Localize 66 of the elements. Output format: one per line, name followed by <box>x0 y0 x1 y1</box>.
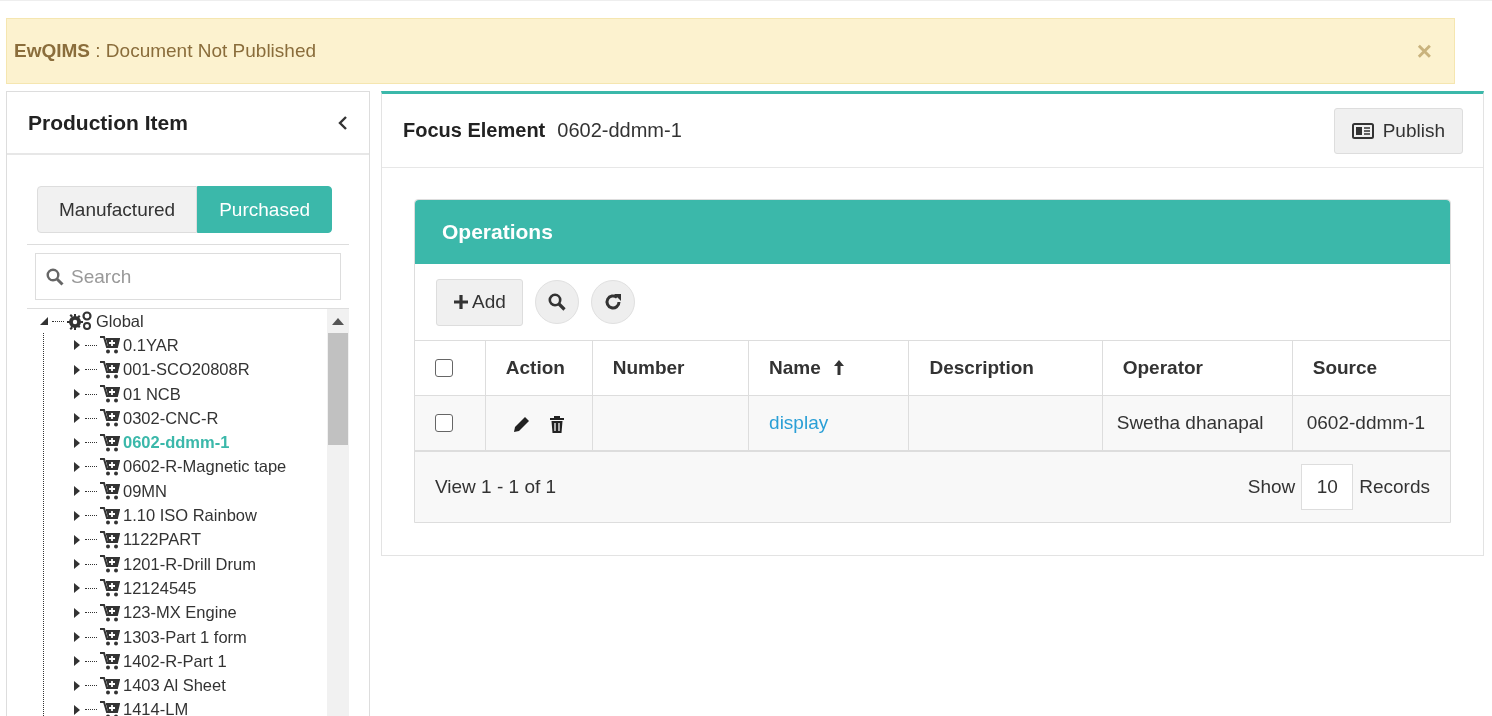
add-button[interactable]: Add <box>436 278 523 326</box>
tree-item[interactable]: 1122PART <box>123 530 201 550</box>
tree-item[interactable]: 0302-CNC-R <box>123 408 219 428</box>
trash-icon <box>548 415 565 433</box>
collapse-chevron-icon <box>338 114 348 131</box>
cart-icon <box>100 530 120 549</box>
cart-icon <box>100 628 120 646</box>
tree-item[interactable]: 0.1YAR <box>123 335 179 355</box>
column-header[interactable]: Source <box>1292 341 1450 396</box>
table-cell: 0602-ddmm-1 <box>1292 395 1450 451</box>
table-cell: Swetha dhanapal <box>1102 395 1293 451</box>
gears-icon <box>67 311 93 332</box>
publish-button[interactable]: Publish <box>1333 107 1463 154</box>
record-count: View 1 - 1 of 1 <box>435 476 557 498</box>
cart-icon <box>100 579 120 598</box>
refresh-button[interactable] <box>590 280 635 324</box>
pencil-icon <box>512 415 531 433</box>
cart-icon <box>100 603 120 622</box>
tree-item[interactable]: 123-MX Engine <box>123 603 237 623</box>
tree-item[interactable]: 12124545 <box>123 578 197 598</box>
search-icon <box>46 268 64 286</box>
tree-item[interactable]: 1303-Part 1 form <box>123 627 247 647</box>
tree-item[interactable]: 1414-LM <box>123 700 189 716</box>
cart-icon <box>100 506 120 525</box>
scroll-up-arrow-icon <box>332 317 344 325</box>
search-icon <box>547 293 566 311</box>
cart-icon <box>100 433 120 452</box>
cart-icon <box>100 652 120 671</box>
column-header[interactable]: Operator <box>1102 341 1293 396</box>
column-header[interactable]: Name <box>748 341 909 396</box>
cart-icon <box>100 360 120 379</box>
page-size-field[interactable]: 10 <box>1301 464 1354 510</box>
records-label: Records <box>1359 476 1430 498</box>
cart-icon <box>100 676 120 695</box>
tree-item[interactable]: 1403 Al Sheet <box>123 676 226 696</box>
checkbox[interactable] <box>435 414 453 432</box>
focus-value: 0602-ddmm-1 <box>557 119 682 141</box>
card-title: Operations <box>442 220 553 244</box>
cart-icon <box>100 482 120 501</box>
newspaper-icon <box>1351 122 1374 139</box>
focus-label: Focus Element <box>403 119 546 141</box>
checkbox[interactable] <box>435 359 453 377</box>
column-header[interactable]: Number <box>592 341 749 396</box>
tree-item[interactable]: Global <box>96 311 144 331</box>
search-field[interactable]: Search <box>35 253 341 300</box>
column-header[interactable]: Action <box>485 341 593 396</box>
alert-message: EwQIMS : Document Not Published <box>14 40 317 62</box>
cart-icon <box>100 409 120 428</box>
tree-item[interactable]: 09MN <box>123 481 167 501</box>
plus-icon <box>453 294 469 310</box>
column-header[interactable]: Description <box>908 341 1103 396</box>
panel-title: Production Item <box>28 110 188 135</box>
tree-item[interactable]: 01 NCB <box>123 384 181 404</box>
cart-icon <box>100 555 120 574</box>
toggle-button[interactable]: Manufactured <box>37 186 198 233</box>
cart-icon <box>100 457 120 476</box>
tree-item[interactable]: 1402-R-Part 1 <box>123 651 227 671</box>
tree-item[interactable]: 0602-R-Magnetic tape <box>123 457 287 477</box>
tree-item[interactable]: 1.10 ISO Rainbow <box>123 506 257 525</box>
tree-item[interactable]: 1201-R-Drill Drum <box>123 554 256 574</box>
search-button[interactable] <box>534 280 579 324</box>
cart-icon <box>100 385 120 404</box>
show-label: Show <box>1247 476 1296 498</box>
tree-item[interactable]: 001-SCO20808R <box>123 360 250 380</box>
cart-icon <box>100 336 120 355</box>
scrollbar[interactable] <box>327 309 349 716</box>
